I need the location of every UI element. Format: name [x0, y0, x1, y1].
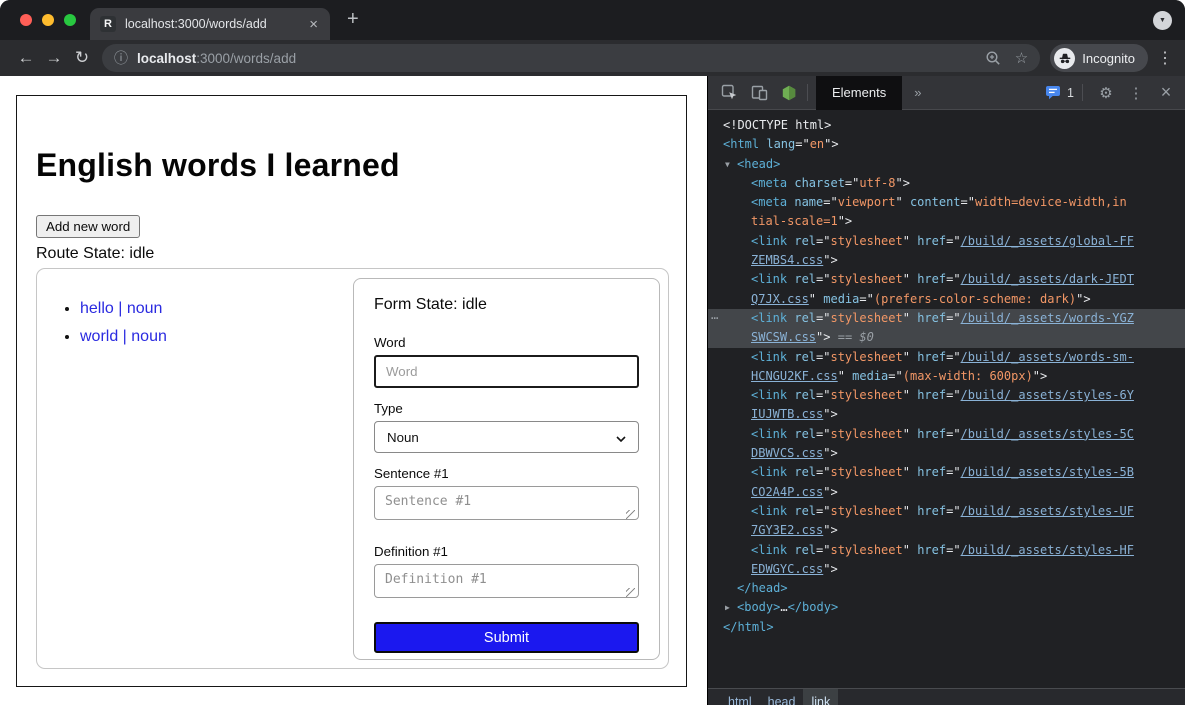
tab-strip: R localhost:3000/words/add × + ▼: [0, 0, 1185, 40]
url-path: :3000/words/add: [196, 51, 296, 66]
address-bar[interactable]: ⓘ localhost:3000/words/add ☆: [102, 44, 1040, 72]
dom-tree-node[interactable]: <link rel="stylesheet" href="/build/_ass…: [708, 386, 1185, 405]
word-link[interactable]: world | noun: [80, 328, 167, 345]
issues-button[interactable]: 1: [1045, 85, 1074, 100]
dom-tree-node[interactable]: <meta name="viewport" content="width=dev…: [708, 193, 1185, 212]
tab-close-icon[interactable]: ×: [307, 17, 320, 32]
type-select[interactable]: Noun: [374, 421, 639, 453]
dom-tree-node[interactable]: <link rel="stylesheet" href="/build/_ass…: [708, 502, 1185, 521]
resize-grip-icon[interactable]: [626, 588, 635, 597]
browser-toolbar: ← → ↻ ⓘ localhost:3000/words/add ☆ Incog…: [0, 40, 1185, 76]
bookmark-star-icon[interactable]: ☆: [1015, 49, 1028, 67]
dom-tree: <!DOCTYPE html><html lang="en">▼<head><m…: [708, 111, 1185, 687]
node-overflow-dots-icon[interactable]: ⋯: [711, 309, 718, 328]
dom-tree-node[interactable]: <link rel="stylesheet" href="/build/_ass…: [708, 541, 1185, 560]
more-tabs-icon[interactable]: »: [914, 85, 921, 100]
incognito-icon: [1054, 48, 1075, 69]
page-title: English words I learned: [36, 147, 686, 184]
browser-tab[interactable]: R localhost:3000/words/add ×: [90, 8, 330, 40]
definition-textarea[interactable]: [374, 564, 639, 598]
page-content-box: English words I learned Add new word Rou…: [16, 95, 687, 687]
issues-bubble-icon: [1045, 85, 1061, 100]
dom-tree-node[interactable]: IUJWTB.css">: [708, 405, 1185, 424]
dom-tree-node[interactable]: CO2A4P.css">: [708, 483, 1185, 502]
forward-button[interactable]: →: [40, 48, 68, 68]
dom-tree-node[interactable]: DBWVCS.css">: [708, 444, 1185, 463]
dom-tree-node[interactable]: <link rel="stylesheet" href="/build/_ass…: [708, 348, 1185, 367]
devtools-toolbar: Elements » 1 ⚙ ⋮ ×: [708, 76, 1185, 110]
sentence-field-label: Sentence #1: [374, 466, 639, 481]
sentence-textarea[interactable]: [374, 486, 639, 520]
dom-tree-node[interactable]: HCNGU2KF.css" media="(max-width: 600px)"…: [708, 367, 1185, 386]
browser-window: R localhost:3000/words/add × + ▼ ← → ↻ ⓘ…: [0, 0, 1185, 705]
dom-tree-node[interactable]: <!DOCTYPE html>: [708, 116, 1185, 135]
route-state-text: Route State: idle: [36, 245, 686, 263]
new-tab-button[interactable]: +: [347, 8, 359, 31]
settings-gear-icon[interactable]: ⚙: [1091, 78, 1121, 108]
incognito-badge: Incognito: [1050, 44, 1148, 72]
submit-button[interactable]: Submit: [374, 622, 639, 653]
dom-tree-node[interactable]: ▶<body>…</body>: [708, 598, 1185, 617]
incognito-label: Incognito: [1082, 51, 1135, 66]
dom-tree-node[interactable]: <link rel="stylesheet" href="/build/_ass…: [708, 425, 1185, 444]
dom-tree-node[interactable]: ⋯<link rel="stylesheet" href="/build/_as…: [708, 309, 1185, 328]
add-new-word-button[interactable]: Add new word: [36, 215, 140, 238]
dom-tree-node[interactable]: SWCSW.css"> == $0: [708, 328, 1185, 347]
dom-tree-node[interactable]: ZEMBS4.css">: [708, 251, 1185, 270]
devtools-breadcrumbs: htmlheadlink: [708, 688, 1185, 705]
minimize-window-button[interactable]: [42, 14, 54, 26]
dom-tree-node[interactable]: </html>: [708, 618, 1185, 637]
inspect-element-button[interactable]: [714, 78, 744, 108]
devtools-close-icon[interactable]: ×: [1151, 78, 1181, 108]
expand-arrow-icon[interactable]: ▶: [725, 598, 730, 617]
dom-tree-node[interactable]: ▼<head>: [708, 155, 1185, 174]
tab-title: localhost:3000/words/add: [125, 17, 307, 31]
url-text: localhost:3000/words/add: [137, 51, 296, 66]
breadcrumb-item[interactable]: head: [760, 689, 804, 705]
url-host: localhost: [137, 51, 196, 66]
window-controls: [20, 14, 76, 26]
word-field-label: Word: [374, 335, 639, 350]
resize-grip-icon[interactable]: [626, 510, 635, 519]
dom-tree-node[interactable]: <link rel="stylesheet" href="/build/_ass…: [708, 270, 1185, 289]
chevron-down-icon: [616, 430, 626, 445]
definition-field-label: Definition #1: [374, 544, 639, 559]
dom-tree-node[interactable]: tial-scale=1">: [708, 212, 1185, 231]
type-select-value: Noun: [387, 430, 419, 445]
maximize-window-button[interactable]: [64, 14, 76, 26]
dom-tree-node[interactable]: <link rel="stylesheet" href="/build/_ass…: [708, 232, 1185, 251]
dom-tree-node[interactable]: EDWGYC.css">: [708, 560, 1185, 579]
tab-elements[interactable]: Elements: [816, 76, 902, 110]
dom-tree-node[interactable]: Q7JX.css" media="(prefers-color-scheme: …: [708, 290, 1185, 309]
page-viewport: English words I learned Add new word Rou…: [0, 76, 707, 705]
add-word-form: Form State: idle Word Type Noun Sentence…: [353, 278, 660, 660]
reload-button[interactable]: ↻: [68, 48, 96, 68]
zoom-icon[interactable]: [985, 50, 1001, 66]
collapse-arrow-icon[interactable]: ▼: [725, 155, 730, 174]
words-panel: hello | noun world | noun Form State: idl…: [36, 268, 669, 669]
device-toolbar-button[interactable]: [744, 78, 774, 108]
issues-count: 1: [1067, 86, 1074, 100]
remix-favicon-icon: R: [100, 16, 116, 32]
devtools-menu-icon[interactable]: ⋮: [1121, 78, 1151, 108]
extension-hexagon-icon[interactable]: [774, 78, 804, 108]
dom-tree-node[interactable]: <meta charset="utf-8">: [708, 174, 1185, 193]
dom-tree-node[interactable]: </head>: [708, 579, 1185, 598]
site-info-icon[interactable]: ⓘ: [114, 48, 128, 68]
form-state-text: Form State: idle: [374, 296, 639, 314]
back-button[interactable]: ←: [12, 48, 40, 68]
window-dropdown-button[interactable]: ▼: [1153, 11, 1172, 30]
word-input[interactable]: [374, 355, 639, 388]
dom-tree-node[interactable]: <html lang="en">: [708, 135, 1185, 154]
dom-tree-node[interactable]: <link rel="stylesheet" href="/build/_ass…: [708, 463, 1185, 482]
breadcrumb-item[interactable]: link: [803, 689, 838, 705]
close-window-button[interactable]: [20, 14, 32, 26]
word-link[interactable]: hello | noun: [80, 300, 162, 317]
dom-tree-node[interactable]: 7GY3E2.css">: [708, 521, 1185, 540]
type-field-label: Type: [374, 401, 639, 416]
devtools-panel: Elements » 1 ⚙ ⋮ × <!DOCTYPE html><html …: [707, 76, 1185, 705]
browser-menu-button[interactable]: ⋮: [1157, 48, 1173, 68]
breadcrumb-item[interactable]: html: [720, 689, 760, 705]
